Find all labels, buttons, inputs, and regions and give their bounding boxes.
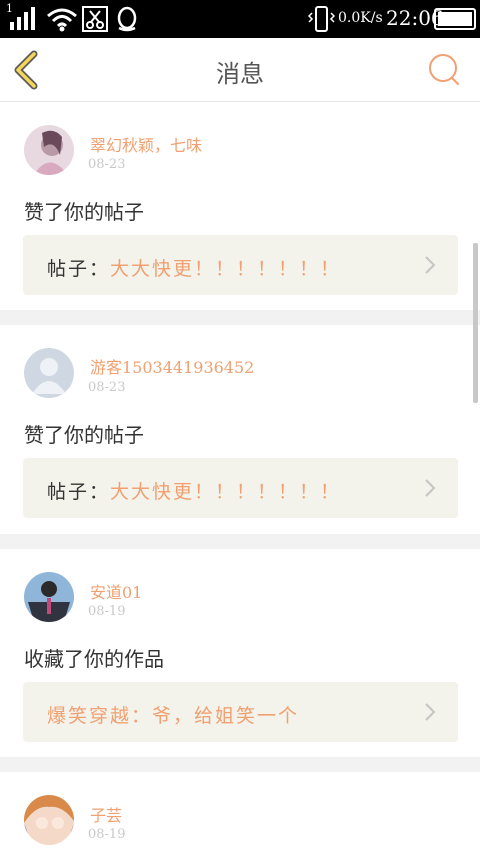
notification-card[interactable]: 游客1503441936452 08-23 赞了你的帖子 帖子：大大快更！！！！… — [0, 325, 480, 534]
scrollbar[interactable] — [473, 243, 478, 403]
vibrate-icon — [307, 6, 335, 32]
top-nav-bar: 消息 — [0, 38, 480, 102]
notification-card[interactable]: 子芸 08-19 — [0, 772, 480, 854]
post-preview: 爆笑穿越：爷，给姐笑一个 — [47, 701, 299, 728]
notification-action: 赞了你的帖子 — [24, 423, 144, 447]
avatar[interactable] — [24, 572, 74, 622]
post-label: 帖子： — [47, 258, 111, 280]
post-link[interactable]: 帖子：大大快更！！！！！！！ — [23, 458, 458, 518]
post-preview: 帖子：大大快更！！！！！！！ — [47, 254, 341, 281]
notification-date: 08-19 — [88, 827, 126, 842]
battery-icon — [434, 8, 476, 30]
post-label: 帖子： — [47, 481, 111, 503]
chevron-right-icon — [425, 703, 436, 721]
username[interactable]: 子芸 — [90, 802, 122, 826]
post-link[interactable]: 爆笑穿越：爷，给姐笑一个 — [23, 682, 458, 742]
chevron-right-icon — [425, 256, 436, 274]
username[interactable]: 游客1503441936452 — [90, 354, 254, 378]
search-icon[interactable] — [424, 50, 464, 90]
post-title: 大大快更！！！！！！！ — [110, 481, 342, 503]
qq-icon — [117, 6, 137, 32]
chevron-right-icon — [425, 479, 436, 497]
post-title: 大大快更！！！！！！！ — [110, 258, 342, 280]
wifi-icon — [47, 8, 77, 32]
avatar[interactable] — [24, 125, 74, 175]
post-link[interactable]: 帖子：大大快更！！！！！！！ — [23, 235, 458, 295]
avatar[interactable] — [24, 348, 74, 398]
scissors-icon — [82, 6, 108, 32]
notification-card[interactable]: 安道01 08-19 收藏了你的作品 爆笑穿越：爷，给姐笑一个 — [0, 549, 480, 757]
notification-card[interactable]: 翠幻秋颖，七味 08-23 赞了你的帖子 帖子：大大快更！！！！！！！ — [0, 102, 480, 310]
page-title: 消息 — [216, 60, 264, 88]
notification-date: 08-23 — [88, 380, 126, 395]
username[interactable]: 翠幻秋颖，七味 — [90, 132, 202, 156]
notification-action: 收藏了你的作品 — [24, 647, 164, 671]
network-speed: 0.0K/s — [338, 10, 383, 26]
post-title: 爆笑穿越：爷，给姐笑一个 — [47, 705, 300, 727]
signal-icon — [10, 7, 35, 30]
username[interactable]: 安道01 — [90, 579, 142, 603]
notification-action: 赞了你的帖子 — [24, 200, 144, 224]
status-bar: 1 0.0K/s 22:06 — [0, 0, 480, 38]
notification-date: 08-23 — [88, 157, 126, 172]
post-preview: 帖子：大大快更！！！！！！！ — [47, 477, 341, 504]
notification-date: 08-19 — [88, 604, 126, 619]
avatar[interactable] — [24, 795, 74, 845]
